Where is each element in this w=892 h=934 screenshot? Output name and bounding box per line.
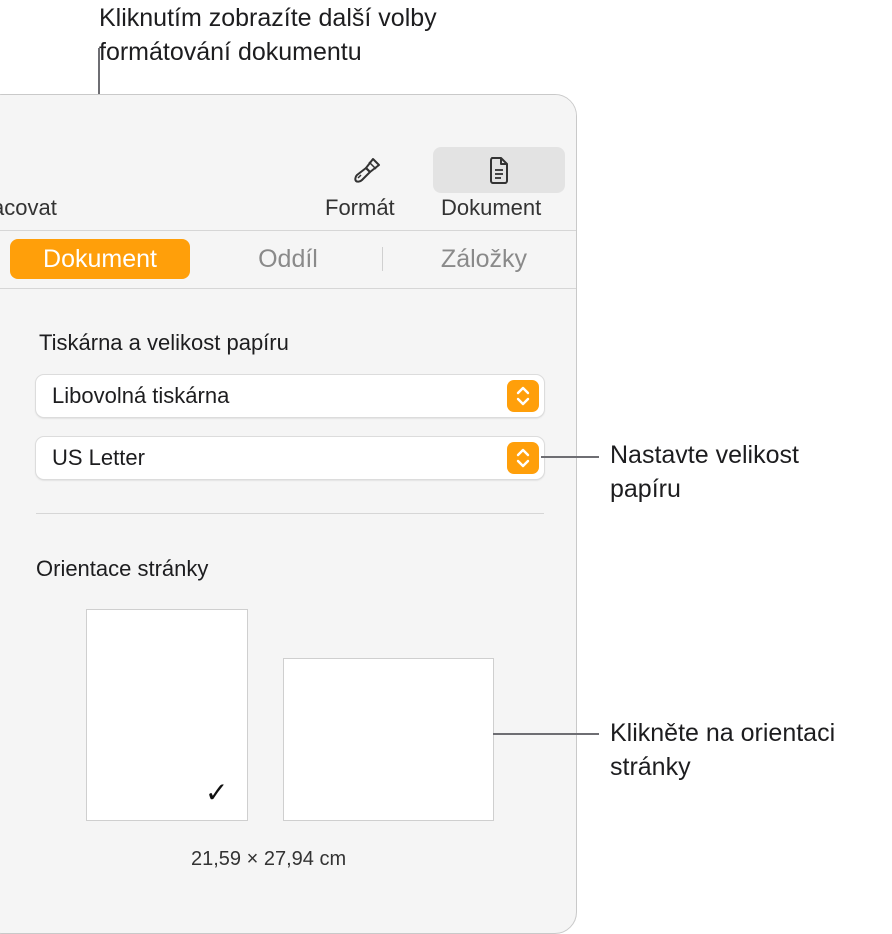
tab-oddil[interactable]: Oddíl [203, 239, 373, 279]
callout-document-options-line2: formátování dokumentu [99, 38, 362, 66]
tab-divider [382, 247, 383, 271]
toolbar-partial-label: acovat [0, 195, 57, 220]
callout-document-options-line1: Kliknutím zobrazíte další volby [99, 4, 437, 32]
paintbrush-icon [354, 158, 380, 183]
tab-dokument[interactable]: Dokument [10, 239, 190, 279]
printer-popup-stepper[interactable] [507, 380, 539, 412]
toolbar-separator [0, 230, 576, 231]
callout-orientation: Klikněte na orientaci stránky [610, 716, 835, 784]
callout-paper-size-line2: papíru [610, 475, 681, 503]
page-size-label: 21,59 × 27,94 cm [191, 848, 347, 870]
tab-zalozky[interactable]: Záložky [399, 239, 569, 279]
chevron-updown-icon [516, 448, 530, 468]
callout-orientation-line2: stránky [610, 753, 691, 781]
printer-section-title: Tiskárna a velikost papíru [39, 330, 289, 355]
callout-paper-size-leader [541, 456, 599, 458]
format-button[interactable]: Formát [315, 147, 419, 227]
format-button-label: Formát [325, 195, 395, 220]
callout-paper-size: Nastavte velikost papíru [610, 438, 799, 506]
tabs-separator [0, 288, 576, 289]
orientation-section-title: Orientace stránky [36, 556, 209, 581]
paper-size-popup[interactable]: US Letter [36, 437, 544, 479]
chevron-updown-icon [516, 386, 530, 406]
callout-orientation-leader [493, 733, 599, 735]
paper-size-popup-value: US Letter [52, 445, 145, 470]
printer-popup-value: Libovolná tiskárna [52, 383, 230, 408]
paper-size-popup-stepper[interactable] [507, 442, 539, 474]
callout-paper-size-line1: Nastavte velikost [610, 441, 799, 469]
checkmark-icon: ✓ [205, 777, 229, 808]
document-button-label: Dokument [441, 195, 542, 220]
landscape-orientation-option[interactable] [283, 658, 494, 821]
document-button[interactable]: Dokument [433, 147, 565, 220]
callout-document-options: Kliknutím zobrazíte další volby formátov… [99, 1, 437, 69]
inspector-toolbar: acovat Formát Dokument [0, 95, 576, 230]
section-divider [36, 513, 544, 514]
callout-orientation-line1: Klikněte na orientaci [610, 719, 836, 747]
document-inspector-panel: acovat Formát Dokument Dokument Oddíl [0, 94, 577, 934]
document-icon [490, 157, 508, 184]
printer-popup[interactable]: Libovolná tiskárna [36, 375, 544, 417]
portrait-orientation-option[interactable]: ✓ [86, 609, 248, 821]
